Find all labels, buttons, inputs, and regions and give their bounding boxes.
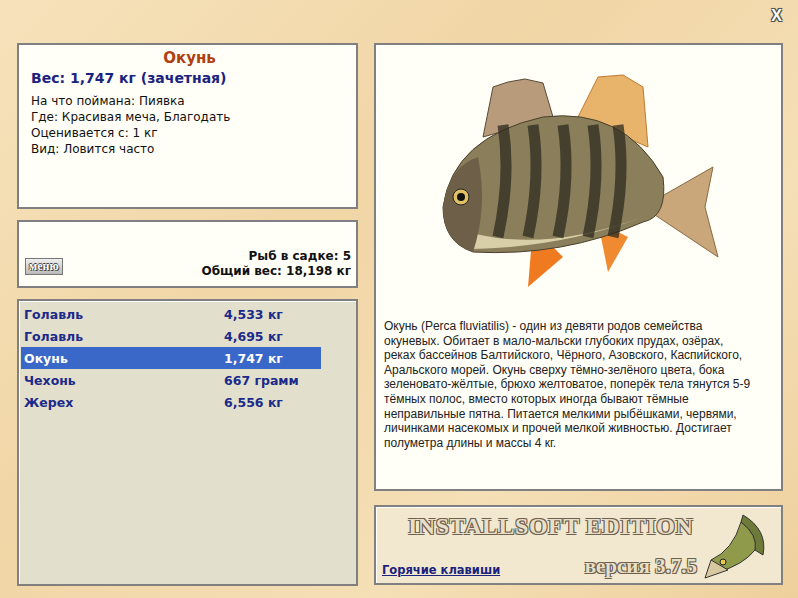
footer-content: INSTALLSOFT EDITION Горячие клавиши версия… [382,511,701,579]
info-panel: Окунь (Perca fluviatilis) - один из девя… [374,43,783,491]
catch-weight: 4,695 кг [224,329,324,344]
fish-detail: Где: Красивая меча, Благодать [31,109,348,125]
catch-weight: 667 грамм [224,373,324,388]
catch-row[interactable]: Окунь1,747 кг [21,347,321,369]
footer-panel: INSTALLSOFT EDITION Горячие клавиши версия… [374,505,783,585]
title-bar: X [17,0,784,43]
menu-button[interactable]: меню [25,258,63,275]
main-area: ОкуньВес: 1,747 кг (зачетная)На что пойм… [17,43,784,586]
fish-count: Рыб в садке: 5 [201,249,351,264]
catch-list: Голавль4,533 кгГолавль4,695 кгОкунь1,747… [17,299,358,586]
fish-detail: Вид: Ловится часто [31,141,348,157]
keepnet-stats: Рыб в садке: 5Общий вес: 18,198 кг [201,249,351,279]
pike-picture [701,511,775,579]
fish-weight: Вес: 1,747 кг (зачетная) [31,68,348,88]
fish-detail: Оценивается с: 1 кг [31,125,348,141]
fish-detail: На что поймана: Пиявка [31,93,348,109]
fish-title: Окунь [31,48,348,68]
catch-name: Окунь [24,351,224,366]
catch-weight: 4,533 кг [224,307,324,322]
fish-card: ОкуньВес: 1,747 кг (зачетная) На что пойм… [17,43,358,209]
fish-picture [384,51,771,313]
keepnet-panel: меню Рыб в садке: 5Общий вес: 18,198 кг [17,220,358,288]
catch-name: Жерех [24,395,224,410]
catch-row[interactable]: Голавль4,533 кг [21,303,321,325]
version-label: версия 3.7.5 [585,553,697,579]
fish-description: Окунь (Perca fluviatilis) - один из девя… [384,319,771,450]
catch-row[interactable]: Голавль4,695 кг [21,325,321,347]
catch-weight: 1,747 кг [224,351,324,366]
footer-bottom: Горячие клавиши версия 3.7.5 [382,553,701,579]
catch-weight: 6,556 кг [224,395,324,410]
catch-name: Голавль [24,329,224,344]
catch-name: Чехонь [24,373,224,388]
close-button[interactable]: X [769,7,784,25]
left-column: ОкуньВес: 1,747 кг (зачетная)На что пойм… [17,43,358,586]
hotkeys-link[interactable]: Горячие клавиши [382,563,500,577]
total-weight: Общий вес: 18,198 кг [201,264,351,279]
catch-row[interactable]: Чехонь667 грамм [21,369,321,391]
right-column: Окунь (Perca fluviatilis) - один из девя… [374,43,783,586]
catch-name: Голавль [24,307,224,322]
edition-logo: INSTALLSOFT EDITION [382,511,701,541]
perch-icon [413,57,743,307]
catch-row[interactable]: Жерех6,556 кг [21,391,321,413]
pike-icon [703,510,773,580]
